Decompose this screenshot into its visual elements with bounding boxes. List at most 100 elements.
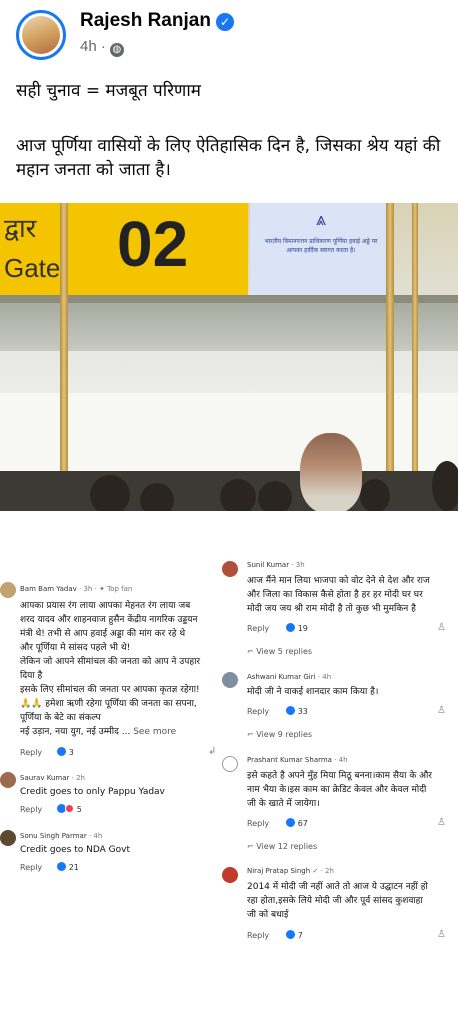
commenter-avatar[interactable] (222, 756, 238, 772)
post-photo[interactable]: द्वार Gate 02 ⩓ भारतीय विमानपत्तन प्राधि… (0, 203, 458, 511)
like-thumb-icon[interactable]: ♙ (437, 705, 446, 716)
reaction-count[interactable]: 5 (77, 805, 82, 814)
reply-button[interactable]: Reply (247, 624, 269, 633)
gate-number: 02 (117, 208, 189, 280)
commenter-avatar[interactable] (222, 672, 238, 688)
comment-time: 3h (295, 561, 305, 569)
verified-badge-icon: ✓ (312, 867, 319, 875)
commenter-meta: Ashwani Kumar Giri · 4h (247, 673, 332, 681)
see-more-link[interactable]: See more (133, 727, 176, 737)
comment-footer: Reply 3 (20, 747, 74, 757)
welcome-sign: ⩓ भारतीय विमानपत्तन प्राधिकरण पूर्णिया ह… (250, 203, 390, 295)
reply-button[interactable]: Reply (20, 748, 42, 757)
commenter-meta: Prashant Kumar Sharma · 4h (247, 756, 348, 764)
commenter-name[interactable]: Niraj Pratap Singh (247, 867, 310, 875)
reply-button[interactable]: Reply (247, 707, 269, 716)
crowd-head (360, 479, 390, 511)
commenter-meta: Niraj Pratap Singh ✓ · 2h (247, 867, 334, 875)
comment-line: मोदी जय जय श्री राम मोदी है तो कुछ भी मु… (247, 604, 416, 614)
commenter-meta: Sunil Kumar · 3h (247, 561, 305, 569)
crowd-head (220, 479, 256, 511)
post-time[interactable]: 4h (80, 38, 97, 55)
reaction-count[interactable]: 33 (298, 707, 308, 716)
reaction-count[interactable]: 19 (298, 624, 308, 633)
reply-button[interactable]: Reply (20, 805, 42, 814)
commenter-meta: Saurav Kumar · 2h (20, 774, 85, 782)
globe-icon: ◍ (109, 43, 124, 57)
crowd-head (140, 483, 174, 511)
commenter-avatar[interactable] (0, 582, 16, 598)
commenter-name[interactable]: Prashant Kumar Sharma (247, 756, 332, 764)
pole-left (60, 203, 68, 511)
comment-time: 4h (338, 756, 348, 764)
reply-button[interactable]: Reply (20, 863, 42, 872)
pole-right (386, 203, 394, 511)
reaction-count[interactable]: 67 (298, 819, 308, 828)
comment-line: इसे कहते है अपने मुँह मिया मिठू बनना।काम… (247, 771, 432, 781)
like-reaction-icon (285, 706, 295, 715)
comment-text: Credit goes to NDA Govt (20, 845, 130, 855)
view-replies-link[interactable]: ⌐ View 9 replies (247, 730, 312, 739)
avatar-photo (22, 16, 60, 54)
view-replies-link[interactable]: ⌐ View 12 replies (247, 842, 317, 851)
view-replies-link[interactable]: ⌐ View 5 replies (247, 647, 312, 656)
commenter-name[interactable]: Saurav Kumar (20, 774, 69, 782)
commenter-avatar[interactable] (222, 867, 238, 883)
aai-logo-icon: ⩓ (315, 209, 327, 230)
comment-footer: Reply 7 (247, 930, 303, 940)
reaction-count[interactable]: 3 (69, 748, 74, 757)
comment-text: Credit goes to only Pappu Yadav (20, 787, 165, 797)
like-reaction-icon (56, 862, 66, 871)
comment-line: 🙏🙏 हमेशा ऋणी रहेगा पूर्णिया की जनता का स… (20, 699, 197, 709)
post-text-line1: सही चुनाव = मजबूत परिणाम (16, 81, 201, 101)
crowd-head (258, 481, 292, 511)
comment: Bam Bam Yadav · 3h · ✦ Top fan आपका प्रय… (0, 582, 222, 762)
like-reaction-icon (285, 930, 295, 939)
comment-time: 3h (83, 585, 93, 593)
pole-right-2 (412, 203, 418, 511)
top-fan-badge: Top fan (107, 585, 133, 593)
commenter-name[interactable]: Sunil Kumar (247, 561, 289, 569)
comment-text: आपका प्रयास रंग लाया आपका मेहनत रंग लाया… (20, 599, 224, 739)
comment-text: मोदी जी ने वाकई शानदार काम किया है। (247, 687, 379, 697)
reaction-count[interactable]: 7 (298, 931, 303, 940)
comment-line: जी को बधाई (247, 910, 289, 920)
comment-line: नई उड़ान, नया युग, नई उम्मीद ... See mor… (20, 725, 224, 739)
commenter-avatar[interactable] (222, 561, 238, 577)
author-avatar[interactable] (16, 10, 66, 60)
reply-button[interactable]: Reply (247, 819, 269, 828)
comment-line: नाम भैया के।इस काम का क्रेडिट केवल और के… (247, 785, 427, 795)
commenter-avatar[interactable] (0, 830, 16, 846)
commenter-name[interactable]: Bam Bam Yadav (20, 585, 77, 593)
commenter-name[interactable]: Sonu Singh Parmar (20, 832, 87, 840)
comment-line-text: नई उड़ान, नया युग, नई उम्मीद ... (20, 727, 131, 737)
comment-line: दिया है (20, 671, 43, 681)
view-replies-label[interactable]: View 12 replies (256, 842, 317, 851)
like-reaction-icon (285, 818, 295, 827)
comment-time: 4h (93, 832, 103, 840)
comment-line: शरद यादव और शाहनवाज हुसैन केंद्रीय नागरि… (20, 615, 198, 625)
like-thumb-icon[interactable]: ♙ (437, 929, 446, 940)
comment-text: आज मैंने मान लिया भाजपा को वोट देने से द… (247, 574, 458, 616)
comment-line: आज मैंने मान लिया भाजपा को वोट देने से द… (247, 576, 430, 586)
view-replies-label[interactable]: View 5 replies (256, 647, 312, 656)
commenter-avatar[interactable] (0, 772, 16, 788)
author-name[interactable]: Rajesh Ranjan (80, 10, 211, 32)
like-thumb-icon[interactable]: ↲ (208, 746, 216, 757)
comment-line: और पूर्णिया मे सांसद पहले भी थे! (20, 643, 131, 653)
comment-time: 4h (322, 673, 332, 681)
reaction-count[interactable]: 21 (69, 863, 79, 872)
comment-footer: Reply 5 (20, 804, 82, 814)
comment-footer: Reply 33 (247, 706, 308, 716)
comment-line: इसके लिए सीमांचल की जनता पर आपका कृतज्ञ … (20, 685, 200, 695)
like-thumb-icon[interactable]: ♙ (437, 817, 446, 828)
reply-button[interactable]: Reply (247, 931, 269, 940)
commenter-meta: Sonu Singh Parmar · 4h (20, 832, 103, 840)
view-replies-label[interactable]: View 9 replies (256, 730, 312, 739)
commenter-name[interactable]: Ashwani Kumar Giri (247, 673, 316, 681)
love-reaction-icon (64, 804, 74, 813)
comment-footer: Reply 21 (20, 862, 79, 872)
gate-word: Gate (4, 253, 61, 283)
like-thumb-icon[interactable]: ♙ (437, 622, 446, 633)
crowd-head (432, 461, 458, 511)
